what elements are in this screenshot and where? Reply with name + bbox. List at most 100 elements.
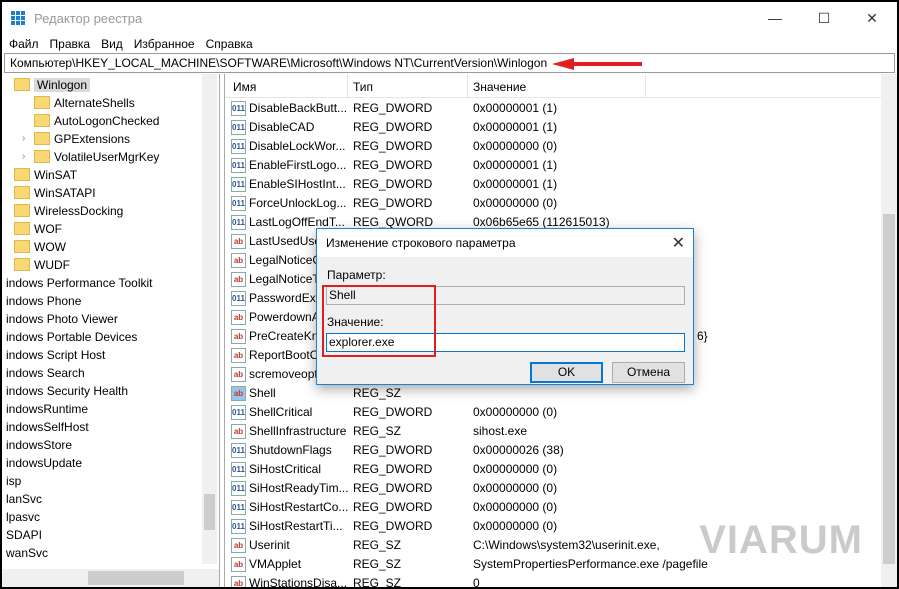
tree-item[interactable]: indows Phone [6,292,81,310]
tree-item-label: indows Search [6,366,85,380]
tree-item[interactable]: WUDF [14,256,70,274]
tree-item-label: lpasvc [6,510,41,524]
value-name: DisableBackButt... [249,101,348,115]
tree-item[interactable]: › GPExtensions [22,130,131,148]
value-row[interactable]: 011 DisableCAD REG_DWORD 0x00000001 (1) [225,118,885,137]
value-name: LastUsedUser [249,234,326,248]
tree-item[interactable]: indows Photo Viewer [6,310,118,328]
tree-item[interactable]: WOF [14,220,62,238]
tree-item[interactable]: lanSvc [6,490,42,508]
menu-file[interactable]: Файл [5,35,43,53]
tree-item[interactable]: lpasvc [6,508,40,526]
value-name: DisableLockWor... [249,139,346,153]
value-row[interactable]: 011 ForceUnlockLog... REG_DWORD 0x00000000 … [225,194,885,213]
value-name: EnableFirstLogo... [249,158,347,172]
menu-favorites[interactable]: Избранное [130,35,199,53]
value-type: REG_DWORD [353,101,433,115]
binary-value-icon: 011 [231,500,246,515]
value-row[interactable]: 011 ShellCritical REG_DWORD 0x00000000 (0) [225,403,885,422]
tree-item[interactable]: WinSAT [14,166,77,184]
tree-item[interactable]: indowsStore [6,436,72,454]
value-row[interactable]: 011 ShutdownFlags REG_DWORD 0x00000026 (38) [225,441,885,460]
tree-item-label: VolatileUserMgrKey [54,150,160,164]
maximize-button[interactable]: ☐ [801,2,847,34]
tree-item[interactable]: isp [6,472,21,490]
column-type[interactable]: Тип [353,80,373,94]
value-row[interactable]: 011 SiHostReadyTim... REG_DWORD 0x00000000 … [225,479,885,498]
value-data: 0x00000026 (38) [473,443,564,457]
tree-item[interactable]: indowsUpdate [6,454,82,472]
value-name: Shell [249,386,276,400]
tree-item-winlogon[interactable]: Winlogon [14,76,91,94]
binary-value-icon: 011 [231,405,246,420]
value-name: ShellCritical [249,405,313,419]
value-row[interactable]: ab Shell REG_SZ [225,384,885,403]
tree-item-label: SDAPI [6,528,43,542]
tree-item-label: GPExtensions [54,132,131,146]
expand-icon[interactable]: › [22,130,25,148]
value-row[interactable]: ab WinStationsDisa... REG_SZ 0 [225,574,885,587]
value-type: REG_DWORD [353,139,433,153]
binary-value-icon: 011 [231,481,246,496]
value-name: ShellInfrastructure [249,424,347,438]
value-row[interactable]: 011 EnableFirstLogo... REG_DWORD 0x00000001… [225,156,885,175]
tree-item[interactable]: indows Portable Devices [6,328,137,346]
menu-help[interactable]: Справка [202,35,257,53]
value-name: WinStationsDisa... [249,576,348,587]
string-value-icon: ab [231,253,246,268]
column-name[interactable]: Имя [233,80,256,94]
tree-item[interactable]: indows Script Host [6,346,105,364]
value-type: REG_DWORD [353,519,433,533]
tree-vertical-scrollbar[interactable] [202,74,217,564]
tree-item[interactable]: indowsRuntime [6,400,88,418]
value-row[interactable]: 011 EnableSIHostInt... REG_DWORD 0x00000001… [225,175,885,194]
tree-item-label: WUDF [34,258,70,272]
binary-value-icon: 011 [231,215,246,230]
value-row[interactable]: 011 DisableLockWor... REG_DWORD 0x00000000 … [225,137,885,156]
value-type: REG_SZ [353,424,402,438]
value-name: scremoveopt [249,367,318,381]
registry-tree: Winlogon AlternateShells AutoLogonChecked ›… [2,74,220,587]
binary-value-icon: 011 [231,196,246,211]
value-data: 0x00000000 (0) [473,500,558,514]
value-type: REG_DWORD [353,462,433,476]
string-value-icon: ab [231,386,246,401]
cancel-button[interactable]: Отмена [612,362,685,383]
tree-item[interactable]: indowsSelfHost [6,418,89,436]
tree-item[interactable]: WirelessDocking [14,202,123,220]
string-value-icon: ab [231,234,246,249]
tree-item[interactable]: WOW [14,238,66,256]
tree-item[interactable]: SDAPI [6,526,42,544]
column-value[interactable]: Значение [473,80,526,94]
folder-icon [14,186,30,199]
address-bar[interactable]: Компьютер\HKEY_LOCAL_MACHINE\SOFTWARE\Mi… [4,53,895,73]
value-row[interactable]: 011 SiHostRestartCo... REG_DWORD 0x00000000… [225,498,885,517]
value-type: REG_DWORD [353,481,433,495]
value-row[interactable]: ab ShellInfrastructure REG_SZ sihost.exe [225,422,885,441]
binary-value-icon: 011 [231,519,246,534]
tree-item[interactable]: › VolatileUserMgrKey [22,148,160,166]
menu-view[interactable]: Вид [97,35,127,53]
value-row[interactable]: 011 DisableBackButt... REG_DWORD 0x00000001… [225,99,885,118]
minimize-button[interactable]: — [752,2,798,34]
expand-icon[interactable]: › [22,148,25,166]
tree-item[interactable]: WinSATAPI [14,184,96,202]
tree-item[interactable]: AlternateShells [34,94,135,112]
tree-item[interactable]: wanSvc [6,544,48,562]
tree-item[interactable]: indows Security Health [6,382,128,400]
binary-value-icon: 011 [231,443,246,458]
tree-horizontal-scrollbar[interactable] [2,569,219,587]
close-button[interactable]: ✕ [849,2,895,34]
tree-item[interactable]: AutoLogonChecked [34,112,159,130]
value-row[interactable]: 011 SiHostCritical REG_DWORD 0x00000000 (0) [225,460,885,479]
value-type: REG_DWORD [353,158,433,172]
binary-value-icon: 011 [231,139,246,154]
tree-item-label: indows Script Host [6,348,106,362]
tree-item-label: WinSAT [34,168,78,182]
ok-button[interactable]: OK [530,362,603,383]
menu-edit[interactable]: Правка [46,35,95,53]
list-vertical-scrollbar[interactable] [881,74,897,587]
dialog-close-icon[interactable]: ✕ [672,233,685,253]
tree-item[interactable]: indows Search [6,364,85,382]
tree-item[interactable]: indows Performance Toolkit [6,274,153,292]
